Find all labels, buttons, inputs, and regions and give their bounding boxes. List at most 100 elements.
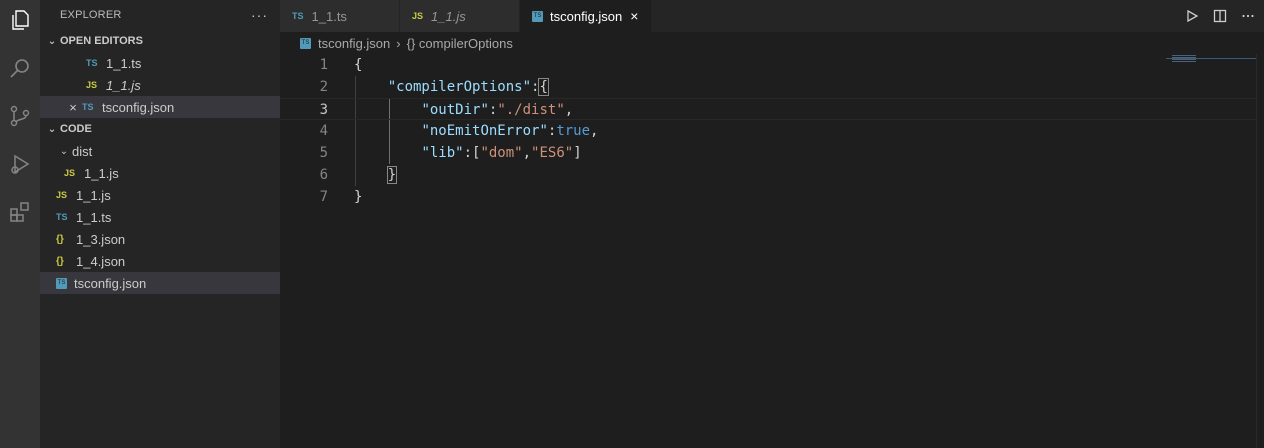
run-debug-icon[interactable] (4, 148, 36, 180)
tab-tsconfig-json[interactable]: TS tsconfig.json × (520, 0, 652, 32)
code-text: "noEmitOnError":true, (354, 120, 598, 142)
code-text: "outDir":"./dist", (354, 99, 573, 121)
code-editor[interactable]: 1{2 "compilerOptions":{3 "outDir":"./dis… (280, 54, 1256, 448)
run-icon[interactable] (1184, 8, 1200, 24)
activity-bar (0, 0, 40, 448)
tab-1-1-ts[interactable]: TS 1_1.ts (280, 0, 400, 32)
json-punctuation: :[ (463, 145, 481, 161)
folder-label: dist (72, 143, 93, 159)
code-line[interactable]: 6 } (280, 164, 1256, 186)
json-punctuation: { (538, 78, 549, 96)
js-file-icon: JS (56, 190, 68, 200)
code-line[interactable]: 2 "compilerOptions":{ (280, 76, 1256, 98)
explorer-header: EXPLORER ··· (40, 0, 280, 30)
code-text: } (354, 164, 398, 186)
ts-file-icon: TS (82, 102, 94, 112)
chevron-down-icon: ⌄ (47, 123, 57, 135)
file-label: 1_1.js (76, 187, 111, 203)
extensions-icon[interactable] (4, 196, 36, 228)
tab-1-1-js[interactable]: JS 1_1.js (400, 0, 520, 32)
open-editor-item[interactable]: JS 1_1.js (40, 74, 280, 96)
json-string: "ES6" (531, 145, 574, 161)
line-number: 3 (319, 102, 328, 118)
file-item[interactable]: {} 1_4.json (40, 250, 280, 272)
more-actions-icon[interactable] (1240, 8, 1256, 24)
js-file-icon: JS (86, 80, 98, 90)
close-icon[interactable]: × (630, 8, 638, 24)
json-punctuation: ] (573, 145, 582, 161)
line-number: 2 (319, 79, 328, 95)
code-section[interactable]: ⌄ CODE (40, 118, 280, 140)
line-number: 4 (319, 123, 328, 139)
code-line[interactable]: 5 "lib":["dom","ES6"] (280, 142, 1256, 164)
json-punctuation: , (590, 123, 599, 139)
file-label: 1_3.json (76, 231, 126, 247)
breadcrumb-file[interactable]: tsconfig.json (318, 36, 390, 51)
json-boolean: true (556, 123, 591, 139)
code-text: "lib":["dom","ES6"] (354, 142, 582, 164)
ts-file-icon: TS (86, 58, 98, 68)
minimap[interactable] (1172, 55, 1196, 62)
tab-label: tsconfig.json (550, 8, 623, 24)
chevron-right-icon: › (396, 35, 401, 51)
tab-label: 1_1.ts (311, 8, 347, 24)
editor-tabs: TS 1_1.ts JS 1_1.js TS tsconfig.json × (280, 0, 1264, 32)
json-key: "outDir" (421, 102, 489, 118)
code-line[interactable]: 4 "noEmitOnError":true, (280, 120, 1256, 142)
line-number: 1 (319, 57, 328, 73)
chevron-down-icon: ⌄ (47, 35, 57, 47)
json-punctuation: } (354, 189, 363, 205)
file-item[interactable]: {} 1_3.json (40, 228, 280, 250)
folder-dist[interactable]: ⌄ dist (40, 140, 280, 162)
chevron-down-icon: ⌄ (59, 145, 69, 157)
file-item[interactable]: JS 1_1.js (40, 184, 280, 206)
file-item[interactable]: TS 1_1.ts (40, 206, 280, 228)
json-key: "lib" (421, 145, 464, 161)
json-punctuation: } (386, 166, 398, 184)
editor-actions (1184, 0, 1256, 32)
file-item[interactable]: JS 1_1.js (40, 162, 280, 184)
line-number: 7 (319, 189, 328, 205)
explorer-title: EXPLORER (60, 9, 122, 21)
json-punctuation: , (522, 145, 532, 161)
json-string: "./dist" (497, 102, 565, 118)
code-line[interactable]: 7} (280, 186, 1256, 208)
code-text: } (354, 186, 362, 208)
tsconfig-file-icon: TS (300, 37, 311, 49)
code-line[interactable]: 3 "outDir":"./dist", (280, 98, 1256, 120)
explorer-icon[interactable] (4, 4, 36, 36)
json-punctuation: { (354, 57, 363, 73)
ts-file-icon: TS (56, 212, 68, 222)
more-actions-icon[interactable]: ··· (251, 7, 268, 23)
open-editor-label: tsconfig.json (102, 99, 175, 115)
file-label: 1_1.js (84, 165, 119, 181)
json-string: "dom" (480, 145, 523, 161)
tab-label: 1_1.js (431, 8, 466, 24)
code-line[interactable]: 1{ (280, 54, 1256, 76)
line-number: 6 (319, 167, 328, 183)
file-label: tsconfig.json (74, 275, 147, 291)
vertical-scrollbar[interactable] (1256, 54, 1264, 448)
file-item-selected[interactable]: TS tsconfig.json (40, 272, 280, 294)
line-number: 5 (319, 145, 328, 161)
tsconfig-file-icon: TS (532, 10, 543, 22)
close-icon[interactable]: × (64, 100, 82, 115)
search-icon[interactable] (4, 52, 36, 84)
open-editors-section[interactable]: ⌄ OPEN EDITORS (40, 30, 280, 52)
open-editors-label: OPEN EDITORS (60, 35, 143, 47)
open-editor-item-active[interactable]: × TS tsconfig.json (40, 96, 280, 118)
code-text: { (354, 54, 362, 76)
split-editor-icon[interactable] (1212, 8, 1228, 24)
open-editor-item[interactable]: TS 1_1.ts (40, 52, 280, 74)
explorer-sidebar: EXPLORER ··· ⌄ OPEN EDITORS TS 1_1.ts JS… (40, 0, 280, 448)
source-control-icon[interactable] (4, 100, 36, 132)
breadcrumb-symbol[interactable]: {} compilerOptions (407, 36, 513, 51)
breadcrumb: TS tsconfig.json › {} compilerOptions (280, 32, 1264, 54)
js-file-icon: JS (412, 11, 424, 21)
json-key: "noEmitOnError" (421, 123, 548, 139)
